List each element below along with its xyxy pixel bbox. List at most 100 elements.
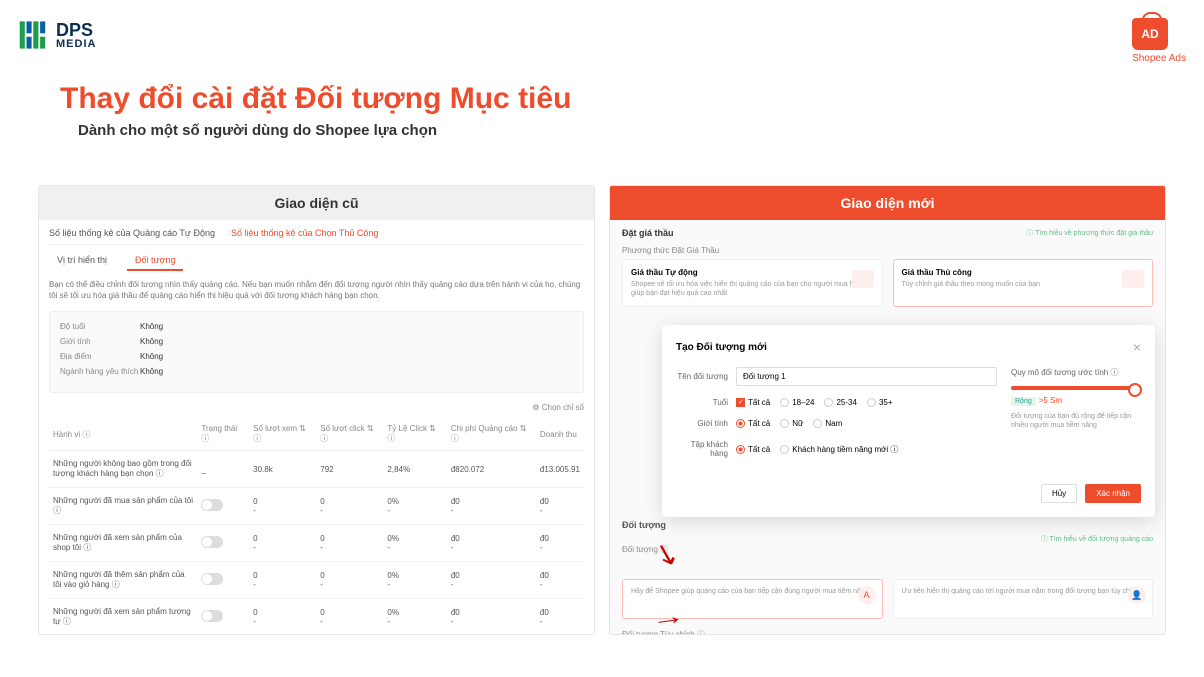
info-location-label: Địa điểm: [60, 352, 140, 361]
cell-views: 30.8k: [249, 451, 316, 488]
info-gender-value: Không: [140, 337, 163, 346]
tab-auto-stats[interactable]: Số liệu thống kê của Quảng cáo Tự Động: [49, 228, 215, 238]
info-gender-label: Giới tính: [60, 337, 140, 346]
table-row: Những người đã xem sản phẩm tương tự ⓘ 0 …: [49, 599, 584, 635]
cell-views: 0 -: [249, 599, 316, 635]
audience-name-input[interactable]: [736, 367, 997, 386]
cell-ctr: 0% -: [383, 562, 446, 599]
logo-icon: [18, 18, 52, 52]
cell-revenue: đ0 -: [536, 562, 584, 599]
new-panel-header: Giao diện mới: [610, 186, 1165, 220]
behavior-table: Hành vi ⓘ Trạng thái ⓘ Số lượt xem ⇅ ⓘ S…: [49, 418, 584, 635]
cell-cost: đ0 -: [447, 599, 536, 635]
cell-status: [197, 562, 249, 599]
tab-placement[interactable]: Vị trí hiển thị: [49, 251, 115, 271]
cell-cost: đ0 -: [447, 488, 536, 525]
cell-cost: đ0 -: [447, 562, 536, 599]
audience-tip-link[interactable]: ⓘ Tìm hiểu về đối tượng quảng cáo: [1041, 534, 1153, 544]
page-title: Thay đổi cài đặt Đối tượng Mục tiêu: [60, 82, 571, 116]
dps-logo: DPS MEDIA: [18, 18, 96, 52]
bid-manual-icon: [1122, 270, 1144, 288]
custom-audience-label: Đối tượng Tùy chỉnh ⓘ: [622, 629, 1153, 635]
bid-tip-link[interactable]: ⓘ Tìm hiểu về phương thức đặt giá thầu: [1026, 228, 1153, 238]
bid-manual-desc: Tùy chỉnh giá thầu theo mong muốn của bạ…: [902, 280, 1145, 289]
audience-card-custom[interactable]: Ưu tiên hiển thị quảng cáo tới người mua…: [893, 579, 1154, 619]
audience-info-block: Độ tuổiKhông Giới tínhKhông Địa điểmKhôn…: [49, 311, 584, 393]
name-field-label: Tên đối tượng: [676, 372, 736, 381]
cell-status: [197, 525, 249, 562]
status-toggle[interactable]: [201, 610, 223, 622]
age-option-1824[interactable]: 18–24: [780, 398, 814, 407]
modal-close-icon[interactable]: ×: [1133, 339, 1141, 355]
cell-behavior: Những người đã mua sản phẩm của tôi ⓘ: [49, 488, 197, 525]
cell-status: _: [197, 451, 249, 488]
age-option-all[interactable]: Tất cả: [736, 398, 770, 407]
bid-auto-title: Giá thầu Tự động: [631, 268, 874, 277]
estimate-slider: [1011, 386, 1141, 390]
gender-option-male[interactable]: Nam: [813, 419, 842, 428]
table-row: Những người đã thêm sản phẩm của tôi vào…: [49, 562, 584, 599]
aud-auto-desc: Hãy để Shopee giúp quảng cáo của bạn tiế…: [631, 588, 869, 595]
cancel-button[interactable]: Hủy: [1041, 484, 1077, 503]
estimate-note: Đối tượng của bạn đủ rộng để tiếp cận nh…: [1011, 412, 1141, 430]
create-audience-modal: Tạo Đối tượng mới × Tên đối tượng Tuổi T…: [662, 325, 1155, 517]
cell-revenue: đ0 -: [536, 525, 584, 562]
gender-field-label: Giới tính: [676, 419, 736, 428]
cell-ctr: 0% -: [383, 599, 446, 635]
aud-custom-icon: 👤: [1128, 586, 1146, 604]
cell-behavior: Những người đã xem sản phẩm tương tự ⓘ: [49, 599, 197, 635]
th-clicks: Số lượt click ⇅ ⓘ: [316, 418, 383, 451]
cell-clicks: 792: [316, 451, 383, 488]
cell-behavior: Những người không bao gồm trong đối tượn…: [49, 451, 197, 488]
info-age-label: Độ tuổi: [60, 322, 140, 331]
shopee-ads-label: Shopee Ads: [1132, 53, 1186, 64]
bid-auto-desc: Shopee sẽ tối ưu hóa việc hiển thị quảng…: [631, 280, 874, 298]
choose-metrics-link[interactable]: ⚙ Chọn chỉ số: [49, 403, 584, 412]
age-option-35plus[interactable]: 35+: [867, 398, 893, 407]
tab-audience[interactable]: Đối tượng: [127, 251, 183, 271]
info-category-value: Không: [140, 367, 163, 376]
old-panel-header: Giao diện cũ: [39, 186, 594, 220]
status-toggle[interactable]: [201, 499, 223, 511]
stats-tabs: Số liệu thống kê của Quảng cáo Tự Động S…: [49, 228, 584, 245]
th-ctr: Tỷ Lệ Click ⇅ ⓘ: [383, 418, 446, 451]
bid-auto-icon: [852, 270, 874, 288]
age-option-2534[interactable]: 25-34: [824, 398, 856, 407]
cell-revenue: đ0 -: [536, 599, 584, 635]
estimate-value: Rộng>5 Sm: [1011, 396, 1141, 406]
bid-card-auto[interactable]: Giá thầu Tự động Shopee sẽ tối ưu hóa vi…: [622, 259, 883, 307]
segment-field-label: Tập khách hàng: [676, 440, 736, 458]
cell-clicks: 0 -: [316, 525, 383, 562]
table-row: Những người đã xem sản phẩm của shop tôi…: [49, 525, 584, 562]
cell-revenue: đ13.005.91: [536, 451, 584, 488]
gender-option-female[interactable]: Nữ: [780, 419, 803, 428]
th-cost: Chi phí Quảng cáo ⇅ ⓘ: [447, 418, 536, 451]
cell-clicks: 0 -: [316, 599, 383, 635]
page-subtitle: Dành cho một số người dùng do Shopee lựa…: [78, 122, 437, 139]
cell-status: [197, 599, 249, 635]
seg-option-new[interactable]: Khách hàng tiềm năng mới ⓘ: [780, 444, 898, 455]
status-toggle[interactable]: [201, 536, 223, 548]
new-ui-panel: Giao diện mới Đặt giá thầu ⓘ Tìm hiểu về…: [609, 185, 1166, 635]
cell-views: 0 -: [249, 488, 316, 525]
age-field-label: Tuổi: [676, 398, 736, 407]
tab-manual-stats[interactable]: Số liệu thống kê của Chọn Thủ Công: [231, 228, 378, 238]
shopee-bag-icon: AD: [1132, 18, 1168, 50]
th-views: Số lượt xem ⇅ ⓘ: [249, 418, 316, 451]
bid-card-manual[interactable]: Giá thầu Thủ công Tùy chỉnh giá thầu the…: [893, 259, 1154, 307]
cell-cost: đ820.072: [447, 451, 536, 488]
logo-line1: DPS: [56, 21, 96, 39]
gender-option-all[interactable]: Tất cả: [736, 419, 770, 428]
cell-ctr: 0% -: [383, 488, 446, 525]
bid-manual-title: Giá thầu Thủ công: [902, 268, 1145, 277]
cell-ctr: 0% -: [383, 525, 446, 562]
bid-method-label: Phương thức Đặt Giá Thầu: [610, 246, 1165, 259]
confirm-button[interactable]: Xác nhận: [1085, 484, 1141, 503]
cell-behavior: Những người đã xem sản phẩm của shop tôi…: [49, 525, 197, 562]
shopee-ads-logo: AD Shopee Ads: [1132, 18, 1186, 64]
seg-option-all[interactable]: Tất cả: [736, 445, 770, 454]
sub-tabs: Vị trí hiển thị Đối tượng: [49, 251, 584, 271]
cell-cost: đ0 -: [447, 525, 536, 562]
status-toggle[interactable]: [201, 573, 223, 585]
audience-description: Bạn có thể điều chỉnh đối tượng nhìn thấ…: [49, 279, 584, 301]
